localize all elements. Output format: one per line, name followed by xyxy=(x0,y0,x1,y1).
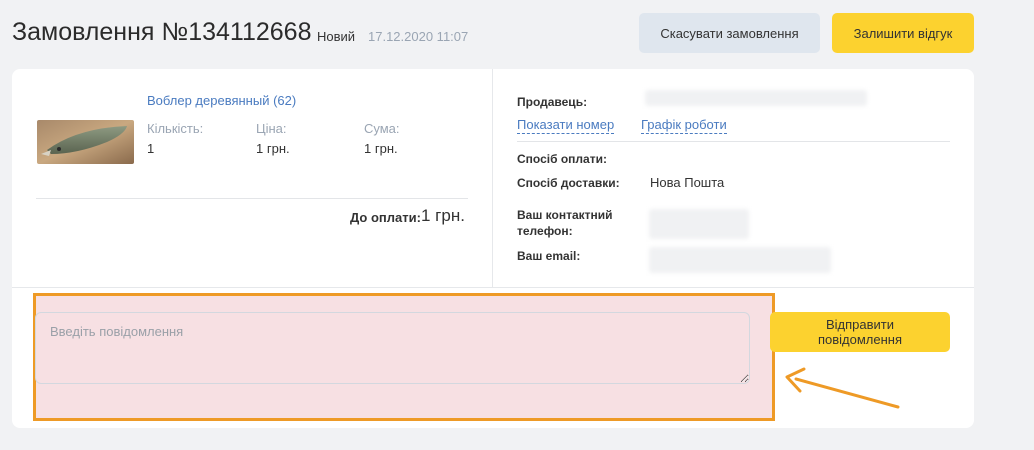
horizontal-divider xyxy=(12,287,974,288)
price-value: 1 грн. xyxy=(256,141,290,156)
divider xyxy=(517,141,950,142)
annotation-arrow-icon xyxy=(785,367,900,409)
delivery-method-label: Спосіб доставки: xyxy=(517,176,620,190)
email-label: Ваш email: xyxy=(517,249,581,263)
phone-value-redacted xyxy=(649,209,749,239)
page-title: Замовлення №134112668 xyxy=(12,18,312,46)
leave-review-button[interactable]: Залишити відгук xyxy=(832,13,974,53)
show-phone-link[interactable]: Показати номер xyxy=(517,117,615,134)
email-value-redacted xyxy=(649,247,831,273)
send-message-button[interactable]: Відправити повідомлення xyxy=(770,312,950,352)
delivery-method-value: Нова Пошта xyxy=(650,175,725,190)
seller-name-redacted xyxy=(645,90,867,106)
quantity-value: 1 xyxy=(147,141,155,156)
product-image[interactable] xyxy=(37,120,134,164)
quantity-label: Кількість: xyxy=(147,121,204,136)
sum-label: Сума: xyxy=(364,121,400,136)
total-label: До оплати: xyxy=(350,210,421,225)
price-label: Ціна: xyxy=(256,121,287,136)
seller-label: Продавець: xyxy=(517,95,588,109)
order-date: 17.12.2020 11:07 xyxy=(368,29,469,44)
cancel-order-button[interactable]: Скасувати замовлення xyxy=(639,13,820,53)
divider xyxy=(36,198,468,199)
payment-method-label: Спосіб оплати: xyxy=(517,152,607,166)
total-value: 1 грн. xyxy=(421,206,465,225)
phone-label: Ваш контактний телефон: xyxy=(517,208,613,238)
message-input[interactable] xyxy=(35,312,750,384)
status-badge: Новий xyxy=(317,29,356,44)
order-header: Замовлення №134112668 Новий 17.12.2020 1… xyxy=(12,13,1022,58)
schedule-link[interactable]: Графік роботи xyxy=(641,117,727,134)
vertical-divider xyxy=(492,69,493,287)
sum-value: 1 грн. xyxy=(364,141,398,156)
product-name-link[interactable]: Воблер деревянный (62) xyxy=(147,93,296,108)
